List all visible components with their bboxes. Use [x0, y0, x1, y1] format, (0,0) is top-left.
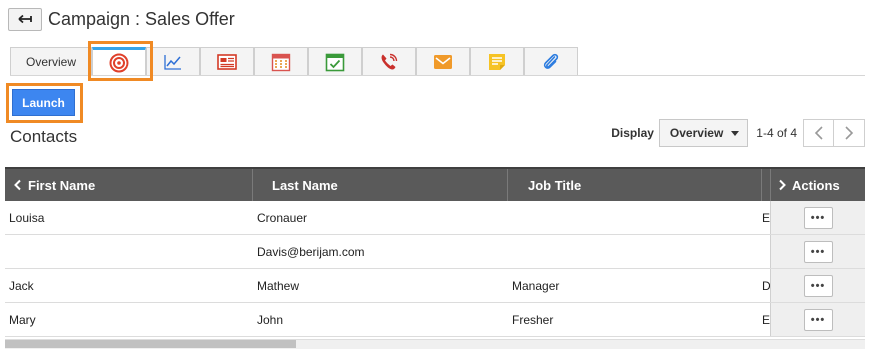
page-title: Campaign : Sales Offer: [48, 8, 235, 29]
tab-email[interactable]: [416, 47, 470, 75]
newspaper-icon: [217, 53, 237, 70]
paperclip-icon: [543, 53, 559, 69]
column-actions[interactable]: Actions: [770, 169, 865, 201]
cell-actions: •••: [770, 269, 865, 302]
tab-divider: [10, 75, 865, 76]
tab-overview[interactable]: Overview: [10, 47, 92, 75]
cell-truncated: D: [762, 278, 770, 293]
previous-page-button[interactable]: [803, 119, 834, 147]
cell-job-title: [508, 235, 762, 268]
display-controls: Display Overview 1-4 of 4: [611, 119, 865, 147]
launch-button[interactable]: Launch: [12, 89, 75, 116]
tab-call[interactable]: [362, 47, 416, 75]
tab-notes[interactable]: [470, 47, 524, 75]
column-job-title[interactable]: Job Title: [508, 169, 762, 201]
table-row[interactable]: Mary John Fresher E •••: [5, 303, 865, 337]
cell-truncated: E: [762, 210, 770, 225]
calendar-check-icon: [325, 53, 345, 71]
target-icon: [109, 53, 129, 72]
calendar-icon: [271, 53, 291, 71]
chevron-right-icon: [779, 179, 786, 191]
pagination-range: 1-4 of 4: [756, 126, 797, 140]
cell-job-title: [508, 201, 762, 234]
cell-job-title: Manager: [512, 278, 560, 293]
cell-truncated: E: [762, 312, 770, 327]
phone-icon: [381, 53, 398, 69]
column-label: Last Name: [272, 177, 338, 193]
scrollbar-thumb[interactable]: [5, 340, 296, 348]
cell-last-name: John: [257, 312, 284, 327]
cell-first-name: Mary: [9, 312, 36, 327]
chevron-left-icon: [814, 126, 823, 140]
back-button[interactable]: [8, 7, 42, 31]
contacts-table: First Name Last Name Job Title Actions L…: [5, 167, 865, 337]
column-hidden: [762, 169, 770, 201]
table-row[interactable]: Louisa Cronauer E •••: [5, 201, 865, 235]
arrow-left-icon: [18, 14, 32, 24]
cell-actions: •••: [770, 201, 865, 234]
note-icon: [489, 53, 505, 70]
page-header: Campaign : Sales Offer: [8, 6, 235, 32]
chevron-left-icon: [14, 179, 21, 191]
display-select[interactable]: Overview: [658, 119, 749, 147]
row-actions-button[interactable]: •••: [803, 274, 833, 297]
tab-news[interactable]: [200, 47, 254, 75]
section-title: Contacts: [10, 127, 78, 146]
cell-first-name: [5, 235, 253, 268]
table-row[interactable]: Davis@berijam.com •••: [5, 235, 865, 269]
tab-bar: Overview: [10, 47, 578, 75]
tab-task[interactable]: [308, 47, 362, 75]
horizontal-scrollbar[interactable]: [5, 339, 865, 349]
column-label: Actions: [792, 177, 840, 193]
column-label: First Name: [28, 177, 96, 193]
table-header: First Name Last Name Job Title Actions: [5, 167, 865, 201]
chevron-right-icon: [845, 126, 854, 140]
cell-last-name: Cronauer: [257, 210, 308, 225]
cell-actions: •••: [770, 235, 865, 268]
row-actions-button[interactable]: •••: [803, 240, 833, 263]
display-select-value: Overview: [669, 126, 724, 140]
tab-analytics[interactable]: [146, 47, 200, 75]
cell-actions: •••: [770, 303, 865, 336]
column-first-name[interactable]: First Name: [5, 169, 253, 201]
cell-last-name: Davis@berijam.com: [257, 244, 365, 259]
row-actions-button[interactable]: •••: [803, 308, 833, 331]
display-label: Display: [611, 126, 654, 140]
cell-last-name: Mathew: [257, 278, 300, 293]
chevron-down-icon: [731, 130, 740, 136]
cell-truncated: [762, 235, 770, 268]
column-label: Job Title: [528, 177, 582, 193]
next-page-button[interactable]: [834, 119, 865, 147]
cell-first-name: Jack: [9, 278, 34, 293]
envelope-icon: [434, 54, 452, 69]
chart-line-icon: [164, 54, 181, 70]
table-row[interactable]: Jack Mathew Manager D •••: [5, 269, 865, 303]
column-last-name[interactable]: Last Name: [253, 169, 508, 201]
cell-job-title: Fresher: [512, 312, 554, 327]
cell-first-name: Louisa: [9, 210, 45, 225]
tab-attachments[interactable]: [524, 47, 578, 75]
tab-target[interactable]: [92, 47, 146, 75]
row-actions-button[interactable]: •••: [803, 206, 833, 229]
tab-calendar[interactable]: [254, 47, 308, 75]
